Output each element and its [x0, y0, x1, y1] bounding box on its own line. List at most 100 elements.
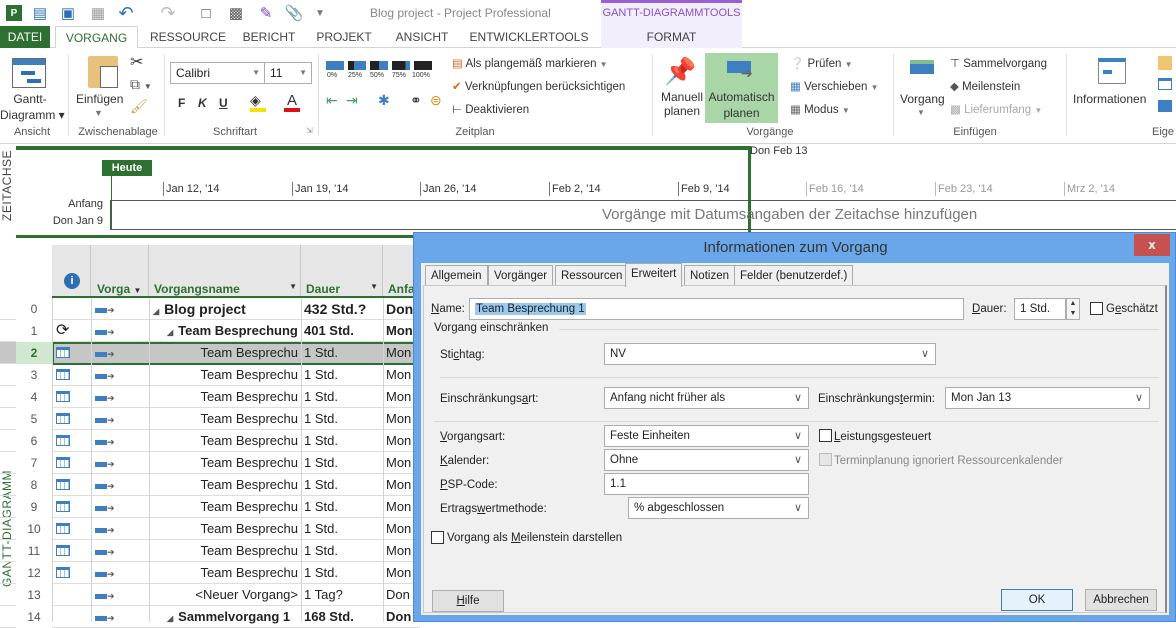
duration-cell[interactable]: 401 Std.: [304, 320, 382, 342]
task-type-select[interactable]: Feste Einheiten: [604, 425, 809, 447]
table-row[interactable]: 5 ➔ Team Besprechu 1 Std. Mon: [0, 408, 420, 430]
deadline-select[interactable]: NV: [604, 343, 936, 365]
mode-button[interactable]: ▦ Modus ▼: [790, 102, 850, 116]
name-input[interactable]: Team Besprechung 1: [469, 298, 964, 320]
row-number[interactable]: 14: [16, 606, 52, 628]
row-number[interactable]: 11: [16, 540, 52, 562]
close-button[interactable]: x: [1134, 234, 1170, 256]
row-number[interactable]: 13: [16, 584, 52, 606]
duration-cell[interactable]: 1 Std.: [304, 386, 382, 408]
italic-button[interactable]: K: [198, 96, 207, 110]
cancel-button[interactable]: Abbrechen: [1085, 589, 1157, 611]
deliverable-button[interactable]: ▩ Lieferumfang ▼: [950, 102, 1042, 116]
paste-dropdown-icon[interactable]: ▼: [94, 108, 103, 118]
table-row[interactable]: 10 ➔ Team Besprechu 1 Std. Mon: [0, 518, 420, 540]
table-row[interactable]: 1 ⟳ ➔ ◢ Team Besprechung 401 Std. Mon: [0, 320, 420, 342]
milestone-checkbox[interactable]: [431, 531, 444, 544]
edit-icon[interactable]: ✎: [256, 3, 276, 23]
tab-vorgaenger[interactable]: Vorgänger: [488, 265, 554, 285]
manual-schedule-button[interactable]: Manuell planen: [660, 90, 704, 118]
tab-ressourcen[interactable]: Ressourcen: [555, 265, 629, 285]
row-number[interactable]: 3: [16, 364, 52, 386]
table-row[interactable]: 6 ➔ Team Besprechu 1 Std. Mon: [0, 430, 420, 452]
percent-25-icon[interactable]: [348, 61, 366, 70]
tab-erweitert[interactable]: Erweitert: [625, 263, 683, 287]
ok-button[interactable]: OK: [1001, 589, 1073, 611]
percent-75-icon[interactable]: [392, 61, 410, 70]
help-button[interactable]: Hilfe: [432, 590, 504, 612]
inspect-button[interactable]: ❔ Prüfen ▼: [790, 56, 853, 70]
wbs-input[interactable]: 1.1: [604, 473, 809, 495]
auto-schedule-button[interactable]: ➔ Automatisch planen: [705, 53, 778, 123]
duration-cell[interactable]: 432 Std.?: [304, 298, 382, 320]
underline-button[interactable]: U: [219, 96, 228, 110]
row-number[interactable]: 10: [16, 518, 52, 540]
percent-100-icon[interactable]: [414, 61, 432, 70]
tab-entwicklertools[interactable]: ENTWICKLERTOOLS: [466, 26, 592, 48]
indent-icon[interactable]: ⇥: [346, 92, 358, 109]
duration-input[interactable]: 1 Std.: [1014, 298, 1066, 320]
indicator-column-header[interactable]: i: [52, 245, 91, 297]
duration-cell[interactable]: 1 Std.: [304, 364, 382, 386]
tab-ansicht[interactable]: ANSICHT: [388, 26, 456, 48]
task-name-cell[interactable]: Team Besprechu: [151, 474, 300, 496]
row-number[interactable]: 12: [16, 562, 52, 584]
format-painter-icon[interactable]: 🖌: [130, 98, 148, 115]
estimated-checkbox[interactable]: [1090, 302, 1103, 315]
constraint-date-select[interactable]: Mon Jan 13: [945, 387, 1150, 409]
dialog-launcher-icon[interactable]: ⇲: [306, 126, 313, 135]
deactivate-button[interactable]: ⊢ Deaktivieren: [452, 102, 529, 116]
unlink-tasks-icon[interactable]: ⊜: [430, 92, 442, 109]
table-row[interactable]: 7 ➔ Team Besprechu 1 Std. Mon: [0, 452, 420, 474]
gantt-chart-dropdown[interactable]: Diagramm ▾: [0, 108, 65, 122]
table-row[interactable]: 12 ➔ Team Besprechu 1 Std. Mon: [0, 562, 420, 584]
new-document-icon[interactable]: □: [196, 3, 216, 23]
task-name-cell[interactable]: ◢ Sammelvorgang 1: [151, 606, 300, 628]
tab-bericht[interactable]: BERICHT: [236, 26, 302, 48]
redo-icon[interactable]: ↷: [158, 3, 178, 23]
table-row[interactable]: 14 ➔ ◢ Sammelvorgang 1 168 Std. Don: [0, 606, 420, 628]
tab-notizen[interactable]: Notizen: [684, 265, 735, 285]
font-size-select[interactable]: 11 ▼: [264, 62, 312, 84]
effort-driven-checkbox[interactable]: [819, 429, 832, 442]
fill-color-icon[interactable]: ◈: [250, 92, 266, 112]
new-task-icon[interactable]: ▤: [30, 3, 50, 23]
earned-value-select[interactable]: % abgeschlossen: [628, 497, 809, 519]
copy-icon[interactable]: ⧉ ▼: [130, 76, 152, 93]
duration-cell[interactable]: 1 Tag?: [304, 584, 382, 606]
row-number[interactable]: 7: [16, 452, 52, 474]
details-icon[interactable]: [1158, 78, 1172, 90]
calendar-select[interactable]: Ohne: [604, 449, 809, 471]
collapse-icon[interactable]: ◢: [167, 328, 173, 337]
insert-task-button[interactable]: Vorgang: [900, 92, 945, 106]
task-name-cell[interactable]: Team Besprechu: [151, 518, 300, 540]
row-number[interactable]: 4: [16, 386, 52, 408]
duration-cell[interactable]: 1 Std.: [304, 474, 382, 496]
paste-button[interactable]: Einfügen: [76, 92, 123, 106]
task-name-cell[interactable]: ◢ Blog project: [151, 298, 300, 320]
duration-cell[interactable]: 1 Std.: [304, 496, 382, 518]
task-name-cell[interactable]: Team Besprechu: [151, 386, 300, 408]
table-row[interactable]: 9 ➔ Team Besprechu 1 Std. Mon: [0, 496, 420, 518]
customize-qat-icon[interactable]: ▼: [310, 3, 330, 23]
font-family-select[interactable]: Calibri ▼: [170, 62, 265, 84]
milestone-button[interactable]: ◆ Meilenstein: [950, 79, 1020, 93]
task-name-cell[interactable]: Team Besprechu: [151, 430, 300, 452]
mark-on-track-button[interactable]: ▤ Als plangemäß markieren ▼: [452, 56, 608, 70]
row-number[interactable]: 2: [16, 342, 52, 364]
table-row[interactable]: 2 ➔ Team Besprechu 1 Std. Mon: [0, 342, 420, 364]
respect-links-button[interactable]: ✔ Verknüpfungen berücksichtigen: [452, 79, 625, 93]
bold-button[interactable]: F: [178, 96, 185, 110]
duration-cell[interactable]: 1 Std.: [304, 342, 382, 364]
tab-felder[interactable]: Felder (benutzerdef.): [734, 265, 854, 285]
task-name-cell[interactable]: Team Besprechu: [151, 342, 300, 364]
tab-allgemein[interactable]: Allgemein: [425, 265, 488, 285]
tab-datei[interactable]: DATEI: [0, 26, 50, 48]
task-name-cell[interactable]: ◢ Team Besprechung: [151, 320, 300, 342]
duration-cell[interactable]: 1 Std.: [304, 540, 382, 562]
duration-cell[interactable]: 1 Std.: [304, 408, 382, 430]
undo-icon[interactable]: ↶: [116, 3, 136, 23]
collapse-icon[interactable]: ◢: [153, 307, 159, 316]
table-row[interactable]: 13 ➔ <Neuer Vorgang> 1 Tag? Don: [0, 584, 420, 606]
task-name-cell[interactable]: Team Besprechu: [151, 562, 300, 584]
